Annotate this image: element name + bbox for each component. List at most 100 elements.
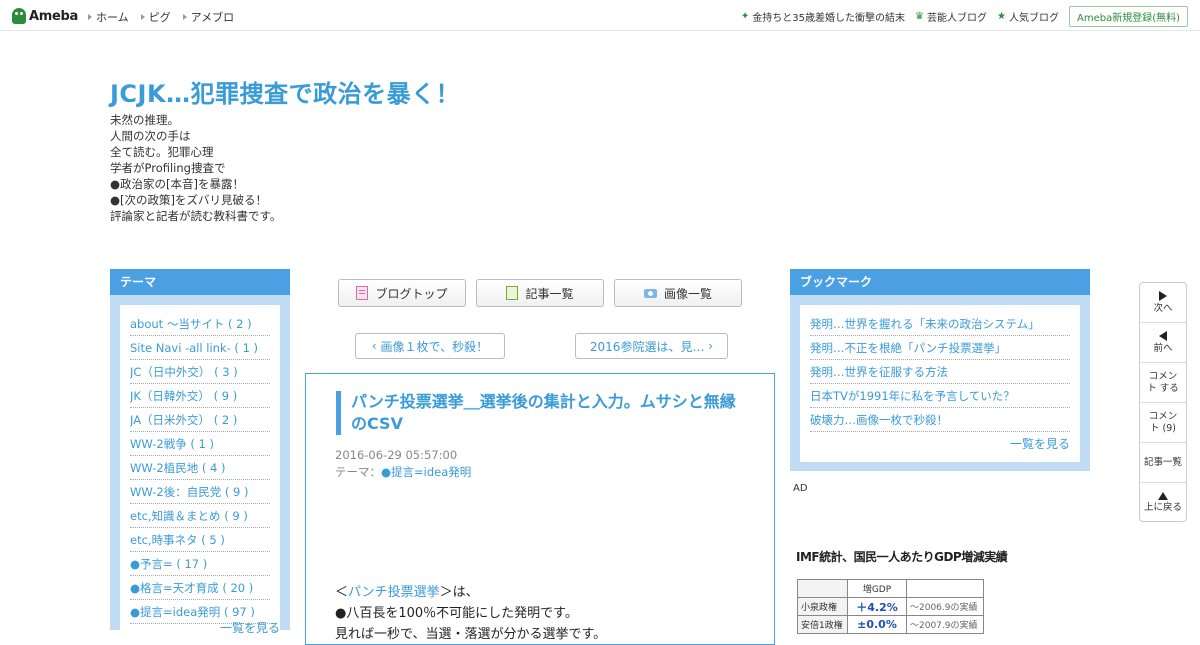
description-line: 未然の推理。: [110, 113, 179, 127]
signup-button[interactable]: Ameba新規登録(無料): [1068, 6, 1188, 27]
theme-item[interactable]: JK（日韓外交） ( 9 ): [130, 385, 270, 408]
theme-item[interactable]: WW-2植民地 ( 4 ): [130, 457, 270, 480]
bookmark-item[interactable]: 発明…不正を根絶「パンチ投票選挙」: [810, 337, 1070, 360]
ad-row-value: ＋4.2%: [847, 597, 907, 616]
bookmark-heading: ブックマーク: [790, 269, 1090, 295]
bookmark-see-all-link[interactable]: 一覧を見る: [1010, 435, 1070, 452]
sparkle-icon: ✦: [740, 11, 750, 22]
theme-item[interactable]: Site Navi -all link- ( 1 ): [130, 337, 270, 360]
nav-ameblo[interactable]: アメブロ: [182, 9, 235, 25]
comments-button[interactable]: コメント (9): [1140, 403, 1186, 443]
image-list-button[interactable]: 画像一覧: [614, 279, 742, 307]
ad-table: 増GDP 小泉政権 ＋4.2% ～2006.9の実績 安倍1政権 ±0.0% ～…: [797, 579, 984, 634]
article: パンチ投票選挙＿選挙後の集計と入力。ムサシと無縁のCSV 2016-06-29 …: [305, 373, 775, 645]
theme-item[interactable]: JA（日米外交） ( 2 ): [130, 409, 270, 432]
blog-top-button[interactable]: ブログトップ: [338, 279, 466, 307]
ameba-logo[interactable]: Ameba: [12, 7, 78, 25]
global-nav: ホーム ピグ アメブロ: [88, 9, 234, 25]
article-title[interactable]: パンチ投票選挙＿選挙後の集計と入力。ムサシと無縁のCSV: [336, 391, 751, 435]
body-line: ＜パンチ投票選挙＞は、: [335, 582, 606, 603]
body-line: ●八百長を100％不可能にした発明です。: [335, 606, 578, 621]
star-icon: ★: [997, 11, 1006, 22]
theme-sidebar: テーマ about ～当サイト ( 2 ) Site Navi -all lin…: [110, 269, 290, 635]
body-link[interactable]: パンチ投票選挙: [348, 585, 440, 600]
next-button[interactable]: 次へ: [1140, 283, 1186, 323]
float-article-list-label: 記事一覧: [1143, 456, 1182, 468]
float-article-list-button[interactable]: 記事一覧: [1140, 443, 1186, 483]
popular-blog-label: 人気ブログ: [1008, 13, 1059, 24]
celebrity-blog-link[interactable]: ♛ 芸能人ブログ: [915, 9, 987, 24]
arrow-right-icon: [1159, 290, 1167, 301]
ad-row-value: ±0.0%: [847, 615, 907, 634]
arrow-up-icon: [1158, 491, 1168, 500]
image-list-label: 画像一覧: [663, 286, 712, 301]
ad-cell: [797, 579, 848, 598]
theme-item[interactable]: WW-2後：自民党 ( 9 ): [130, 481, 270, 504]
prev-article-label: 画像１枚で、秒殺！: [380, 339, 489, 354]
nav-ameblo-label: アメブロ: [190, 11, 235, 24]
ad-row-note: ～2006.9の実績: [906, 597, 984, 616]
theme-item[interactable]: ●格言=天才育成 ( 20 ): [130, 577, 270, 600]
article-body: ＜パンチ投票選挙＞は、 ●八百長を100％不可能にした発明です。 見れば一秒で、…: [335, 582, 606, 645]
celebrity-blog-label: 芸能人ブログ: [927, 13, 988, 24]
theme-item[interactable]: about ～当サイト ( 2 ): [130, 313, 270, 336]
ad-cell: [906, 579, 984, 598]
prev-label: 前へ: [1153, 342, 1173, 354]
news-link-label: 金持ちと35歳差婚した衝撃の結末: [752, 13, 906, 24]
body-line: 見れば一秒で、当選・落選が分かる選挙です。: [335, 627, 607, 642]
article-theme-link[interactable]: ●提言=idea発明: [381, 465, 471, 479]
chevron-right-icon: ›: [704, 339, 714, 353]
nav-pigg[interactable]: ピグ: [140, 9, 171, 25]
bookmark-sidebar: ブックマーク 発明…世界を握れる「未来の政治システム」 発明…不正を根絶「パンチ…: [790, 269, 1090, 471]
description-line: ●政治家の[本音]を暴露！: [110, 177, 245, 191]
bookmark-item[interactable]: 日本TVが1991年に私を予言していた？: [810, 385, 1070, 408]
body-suffix: ＞は、: [439, 585, 479, 600]
nav-pigg-label: ピグ: [148, 11, 171, 24]
bookmark-item[interactable]: 発明…世界を征服する方法: [810, 361, 1070, 384]
next-article-link[interactable]: 2016参院選は、見… ›: [575, 333, 728, 359]
news-link[interactable]: ✦ 金持ちと35歳差婚した衝撃の結末: [741, 9, 905, 24]
nav-home[interactable]: ホーム: [88, 9, 129, 25]
comments-label: コメント (9): [1148, 410, 1178, 434]
header-links: ✦ 金持ちと35歳差婚した衝撃の結末 ♛ 芸能人ブログ ★ 人気ブログ Ameba新規…: [741, 6, 1188, 27]
bookmark-item[interactable]: 破壊力…画像一枚で秒殺！: [810, 409, 1070, 432]
next-label: 次へ: [1153, 302, 1173, 314]
bookmark-item[interactable]: 発明…世界を握れる「未来の政治システム」: [810, 313, 1070, 336]
ad-image-title: IMF統計、国民一人あたりGDP増減実績: [796, 550, 1008, 564]
floating-nav: 次へ 前へ コメント する コメント (9) 記事一覧 上に戻る: [1139, 282, 1187, 522]
description-line: 評論家と記者が読む教科書です。: [110, 209, 282, 223]
theme-item[interactable]: etc,時事ネタ ( 5 ): [130, 529, 270, 552]
blog-description: 未然の推理。 人間の次の手は 全て読む。犯罪心理 学者がProfiling捜査で…: [110, 112, 281, 224]
logo-text: Ameba: [29, 8, 79, 24]
theme-see-all-link[interactable]: 一覧を見る: [220, 619, 280, 636]
article-list-label: 記事一覧: [525, 286, 574, 301]
write-comment-label: コメント する: [1147, 370, 1179, 394]
camera-icon: [643, 288, 657, 298]
ad-image[interactable]: IMF統計、国民一人あたりGDP増減実績 増GDP 小泉政権 ＋4.2% ～20…: [796, 548, 1008, 634]
theme-label: テーマ：: [335, 465, 381, 479]
back-to-top-button[interactable]: 上に戻る: [1140, 483, 1186, 522]
triangle-icon: [140, 14, 145, 20]
theme-item[interactable]: etc,知識＆まとめ ( 9 ): [130, 505, 270, 528]
back-to-top-label: 上に戻る: [1143, 501, 1182, 513]
next-article-label: 2016参院選は、見…: [589, 339, 705, 354]
crown-icon: ♛: [915, 11, 925, 22]
ad-table-row: 小泉政権 ＋4.2% ～2006.9の実績: [797, 597, 984, 616]
description-line: 学者がProfiling捜査で: [110, 161, 226, 175]
blog-title[interactable]: JCJK…犯罪捜査で政治を暴く！: [110, 74, 460, 109]
blog-top-label: ブログトップ: [375, 286, 448, 301]
theme-list: about ～当サイト ( 2 ) Site Navi -all link- (…: [120, 305, 280, 624]
article-list-button[interactable]: 記事一覧: [476, 279, 604, 307]
arrow-left-icon: [1159, 330, 1167, 341]
chevron-left-icon: ‹: [371, 339, 381, 353]
theme-item[interactable]: ●予言= ( 17 ): [130, 553, 270, 576]
global-header: Ameba ホーム ピグ アメブロ ✦ 金持ちと35歳差婚した衝撃の結末 ♛ 芸能人…: [0, 0, 1200, 31]
document-icon: [356, 286, 369, 300]
write-comment-button[interactable]: コメント する: [1140, 363, 1186, 403]
theme-heading: テーマ: [110, 269, 290, 295]
popular-blog-link[interactable]: ★ 人気ブログ: [997, 9, 1059, 24]
prev-article-link[interactable]: ‹ 画像１枚で、秒殺！: [355, 333, 505, 359]
theme-item[interactable]: WW-2戦争 ( 1 ): [130, 433, 270, 456]
theme-item[interactable]: JC（日中外交） ( 3 ): [130, 361, 270, 384]
prev-button[interactable]: 前へ: [1140, 323, 1186, 363]
